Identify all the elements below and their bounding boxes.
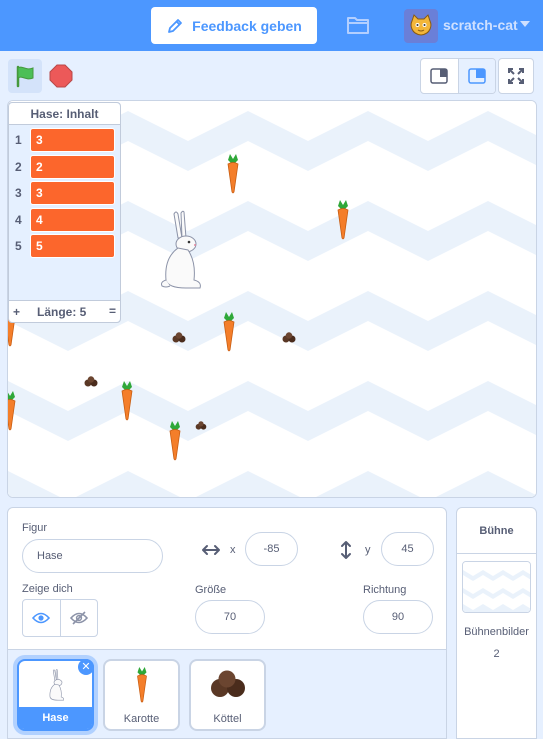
small-stage-button[interactable] <box>421 59 458 93</box>
y-value: 45 <box>401 543 414 555</box>
sprite-name-value: Hase <box>37 550 63 562</box>
fullscreen-button[interactable] <box>498 58 534 94</box>
carrot-sprite[interactable] <box>7 391 18 431</box>
list-add-button[interactable]: + <box>13 305 20 319</box>
menu-bar: Feedback geben scratch-cat <box>0 0 543 51</box>
sprite-tile-label: Karotte <box>123 713 160 725</box>
list-value[interactable]: 5 <box>30 234 115 258</box>
eye-slash-icon <box>69 611 88 625</box>
list-value[interactable]: 3 <box>30 128 115 152</box>
list-title: Hase: Inhalt <box>9 103 120 125</box>
stage-size-toggle <box>420 58 496 94</box>
eye-icon <box>32 612 51 624</box>
avatar[interactable] <box>404 9 438 43</box>
list-item[interactable]: 4 4 <box>9 207 120 233</box>
carrot-sprite[interactable] <box>225 154 241 194</box>
normal-stage-icon <box>468 68 486 84</box>
feedback-label: Feedback geben <box>192 17 302 34</box>
sprite-tile-koettel[interactable]: Köttel <box>189 659 266 731</box>
direction-input[interactable]: 90 <box>363 600 433 634</box>
normal-stage-button[interactable] <box>457 59 495 93</box>
sprite-info-panel: Figur Hase x -85 y 45 Zeige dich Größe 7… <box>7 507 447 650</box>
delete-sprite-button[interactable]: ✕ <box>78 659 94 675</box>
list-item[interactable]: 5 5 <box>9 233 120 259</box>
backdrops-count: 2 <box>493 648 500 660</box>
list-index: 2 <box>15 160 22 174</box>
x-value: -85 <box>263 543 280 555</box>
show-sprite-button[interactable] <box>23 600 60 636</box>
sprite-name-input[interactable]: Hase <box>22 539 163 573</box>
list-index: 4 <box>15 213 22 227</box>
carrot-sprite[interactable] <box>221 312 237 352</box>
folder-icon[interactable] <box>346 14 370 36</box>
sprite-tile-label: Köttel <box>213 713 242 725</box>
stage-pane-title: Bühne <box>457 508 536 554</box>
carrot-sprite[interactable] <box>119 381 135 421</box>
stage-thumbnail[interactable] <box>462 561 531 613</box>
list-item[interactable]: 2 2 <box>9 154 120 180</box>
y-input[interactable]: 45 <box>381 532 434 566</box>
hide-sprite-button[interactable] <box>59 600 98 636</box>
sprite-tile-label: Hase <box>19 707 92 729</box>
list-value[interactable]: 2 <box>30 155 115 179</box>
stop-icon <box>49 64 73 88</box>
stage[interactable]: Hase: Inhalt 1 3 2 2 3 3 4 4 5 5 + Länge… <box>7 100 537 498</box>
list-index: 1 <box>15 133 22 147</box>
visibility-toggle <box>22 599 98 637</box>
carrot-icon <box>137 667 147 703</box>
fullscreen-icon <box>508 68 524 84</box>
show-label: Zeige dich <box>22 583 73 595</box>
x-input[interactable]: -85 <box>245 532 298 566</box>
rabbit-icon <box>49 669 65 701</box>
small-stage-icon <box>430 68 448 84</box>
carrot-sprite[interactable] <box>167 421 183 461</box>
stage-target-pane[interactable]: Bühne Bühnenbilder 2 <box>456 507 537 739</box>
list-length: Länge: 5 <box>37 305 87 319</box>
droppings-sprite[interactable] <box>282 332 296 343</box>
size-input[interactable]: 70 <box>195 600 265 634</box>
size-value: 70 <box>223 611 237 623</box>
rabbit-sprite[interactable] <box>156 210 206 290</box>
list-item[interactable]: 3 3 <box>9 180 120 206</box>
droppings-sprite[interactable] <box>172 332 186 343</box>
list-footer: + Länge: 5 = <box>9 300 120 322</box>
chevron-down-icon[interactable] <box>520 21 530 27</box>
list-item[interactable]: 1 3 <box>9 127 120 153</box>
green-flag-icon <box>16 65 34 88</box>
list-value[interactable]: 3 <box>30 181 115 205</box>
feedback-button[interactable]: Feedback geben <box>151 7 317 44</box>
green-flag-button[interactable] <box>8 59 42 93</box>
x-label: x <box>230 544 236 556</box>
droppings-sprite[interactable] <box>195 421 207 430</box>
stop-button[interactable] <box>48 63 74 89</box>
size-label: Größe <box>195 584 227 596</box>
list-resize-handle[interactable]: = <box>109 304 116 318</box>
list-index: 3 <box>15 186 22 200</box>
sprite-tile-karotte[interactable]: Karotte <box>103 659 180 731</box>
pencil-icon <box>168 18 183 33</box>
y-label: y <box>365 544 371 556</box>
backdrops-label: Bühnenbilder <box>464 626 529 638</box>
cat-face-icon <box>410 14 432 36</box>
horizontal-arrows-icon <box>202 545 220 555</box>
list-index: 5 <box>15 239 22 253</box>
direction-value: 90 <box>391 611 405 623</box>
list-value[interactable]: 4 <box>30 208 115 232</box>
username[interactable]: scratch-cat <box>443 17 518 33</box>
carrot-sprite[interactable] <box>335 200 351 240</box>
list-monitor[interactable]: Hase: Inhalt 1 3 2 2 3 3 4 4 5 5 + Länge… <box>8 102 121 323</box>
droppings-icon <box>211 670 245 697</box>
sprite-list: ✕ Hase Karotte Köttel <box>7 650 447 739</box>
sprite-label: Figur <box>22 522 48 534</box>
direction-label: Richtung <box>363 584 407 596</box>
sprite-tile-hase[interactable]: ✕ Hase <box>17 659 94 731</box>
droppings-sprite[interactable] <box>84 376 98 387</box>
backdrop-thumbnail-image <box>463 562 530 612</box>
vertical-arrows-icon <box>341 541 351 559</box>
